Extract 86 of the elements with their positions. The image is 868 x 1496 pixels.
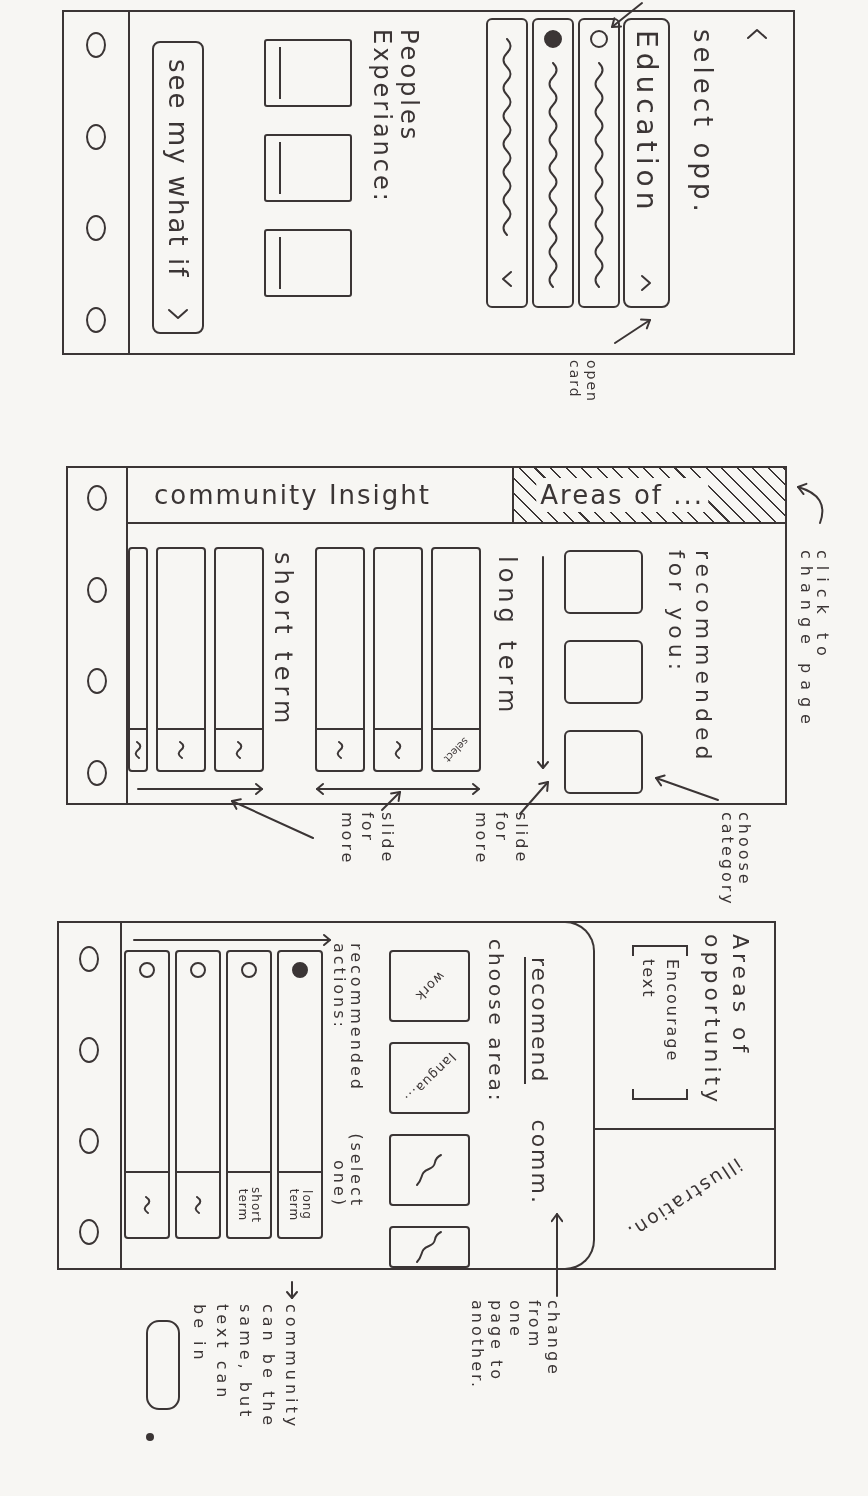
tab[interactable]: Areas of ... <box>514 468 783 522</box>
option-card[interactable] <box>578 18 620 308</box>
down-arrow-icon <box>537 555 549 770</box>
nav-circle-icon[interactable] <box>87 759 107 786</box>
action-row[interactable]: short term <box>226 950 272 1239</box>
category-card[interactable] <box>564 730 643 794</box>
placeholder-text: Encourage text <box>632 945 688 1100</box>
nav-circle-icon[interactable] <box>86 215 106 242</box>
radio-button[interactable] <box>241 962 257 978</box>
action-row[interactable] <box>124 950 170 1239</box>
annotation-note: slide for more <box>471 812 531 868</box>
experience-card[interactable] <box>264 39 352 107</box>
rounded-box-icon <box>146 1320 180 1410</box>
nav-circle-icon[interactable] <box>86 306 106 333</box>
annotation-note: community can be the same, but text can be in <box>189 1304 302 1433</box>
annotation-note: open card <box>566 360 600 405</box>
nav-circle-icon[interactable] <box>79 1037 100 1063</box>
category-card[interactable] <box>564 550 643 614</box>
section-title: long term <box>493 556 521 718</box>
annotation-note: click to change page <box>798 550 830 733</box>
section-title: Peoples Experiance: <box>368 29 422 206</box>
annotation-note: choose category <box>719 812 753 909</box>
chevron-left-icon <box>501 270 513 288</box>
list-item[interactable] <box>315 547 365 772</box>
dropdown[interactable]: Education <box>623 18 670 308</box>
area-card[interactable] <box>389 1226 470 1268</box>
term-label: short term <box>236 1186 262 1225</box>
nav-circle-icon[interactable] <box>87 668 107 695</box>
wavy-line-icon <box>546 62 560 288</box>
dot-icon <box>146 1433 154 1441</box>
action-row[interactable] <box>175 950 221 1239</box>
option-card[interactable] <box>486 18 528 308</box>
tab[interactable]: comm. <box>524 1119 552 1205</box>
what-if-button[interactable]: see my what if <box>152 41 204 334</box>
radio-button[interactable] <box>590 30 608 48</box>
section-title: recommended actions: <box>331 943 365 1094</box>
nav-circle-icon[interactable] <box>79 1219 100 1245</box>
page-title: select opp. <box>688 29 718 216</box>
radio-button[interactable] <box>292 962 308 978</box>
chevron-right-icon <box>640 274 653 292</box>
tab[interactable]: community Insight <box>128 468 513 522</box>
right-arrow-icon <box>136 782 264 796</box>
right-arrow-icon <box>132 933 332 947</box>
nav-circle-icon[interactable] <box>87 485 107 511</box>
squiggle-icon <box>176 741 186 759</box>
wavy-line-icon <box>592 62 606 288</box>
hint-text: (select one) <box>331 1132 365 1208</box>
wavy-line-icon <box>500 38 514 236</box>
section-title: short term <box>269 552 297 729</box>
squiggle-icon <box>193 1196 203 1214</box>
radio-button[interactable] <box>544 30 562 48</box>
nav-circle-icon[interactable] <box>86 123 106 150</box>
list-item[interactable] <box>373 547 423 772</box>
radio-button[interactable] <box>190 962 206 978</box>
list-item[interactable] <box>214 547 264 772</box>
option-card[interactable] <box>532 18 574 308</box>
action-row[interactable]: long term <box>277 950 323 1239</box>
chevron-up-icon[interactable] <box>746 28 768 40</box>
section-title: choose area: <box>484 939 508 1104</box>
experience-card[interactable] <box>264 134 352 202</box>
squiggle-icon <box>234 741 244 759</box>
nav-circle-icon[interactable] <box>79 946 100 972</box>
down-arrow-icon <box>286 1280 298 1300</box>
chevron-down-icon <box>167 308 189 320</box>
term-label: long term <box>287 1187 313 1224</box>
list-item[interactable] <box>156 547 206 772</box>
annotation-note: slide for more <box>337 812 397 868</box>
section-title: recommended for you: <box>663 550 717 767</box>
experience-card[interactable] <box>264 229 352 297</box>
category-card[interactable] <box>564 640 643 704</box>
squiggle-icon <box>133 741 143 759</box>
squiggle-icon <box>414 1230 445 1264</box>
nav-circle-icon[interactable] <box>86 32 106 58</box>
nav-circle-icon[interactable] <box>79 1128 100 1154</box>
radio-button[interactable] <box>139 962 155 978</box>
list-item[interactable] <box>128 547 148 772</box>
squiggle-icon <box>393 741 403 759</box>
squiggle-icon <box>335 741 345 759</box>
area-card[interactable] <box>389 1134 470 1206</box>
squiggle-icon <box>414 1153 445 1187</box>
page-title: Areas of opportunity <box>699 934 754 1109</box>
annotation-note: change from one page to another. <box>468 1300 563 1393</box>
squiggle-icon <box>142 1196 152 1214</box>
nav-circle-icon[interactable] <box>87 576 107 603</box>
double-arrow-icon <box>315 782 481 796</box>
tab[interactable]: recomend <box>524 957 552 1084</box>
